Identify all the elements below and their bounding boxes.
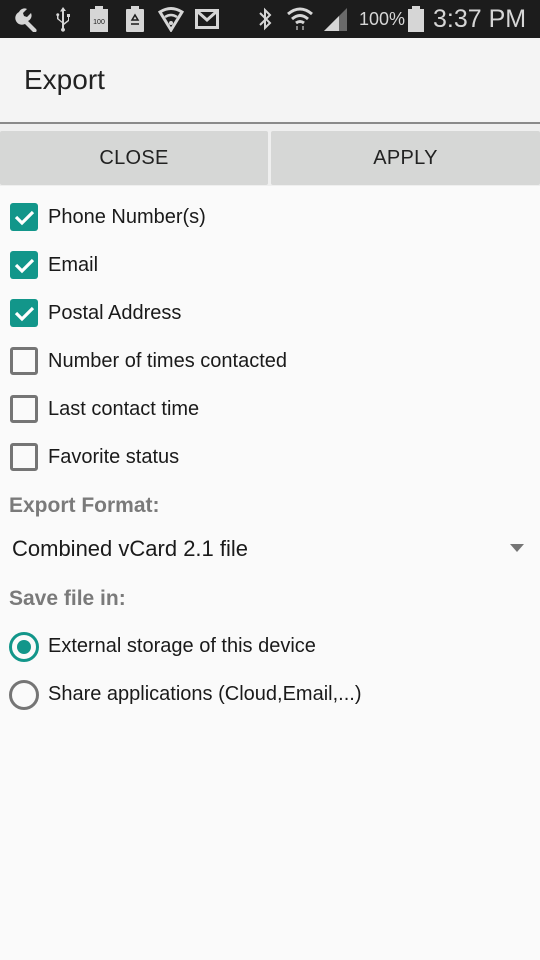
export-format-select[interactable]: Combined vCard 2.1 file bbox=[0, 526, 540, 572]
usb-icon bbox=[52, 6, 74, 32]
checkbox-label: Number of times contacted bbox=[48, 349, 287, 372]
export-format-value: Combined vCard 2.1 file bbox=[12, 536, 249, 561]
checkbox-label: Postal Address bbox=[48, 301, 182, 324]
radio-external-storage[interactable]: External storage of this device bbox=[0, 623, 540, 671]
close-button[interactable]: CLOSE bbox=[0, 131, 268, 185]
checkbox-unchecked-icon[interactable] bbox=[10, 443, 38, 471]
clock: 3:37 PM bbox=[433, 5, 527, 33]
battery-icon bbox=[407, 6, 425, 32]
app-bar: Export bbox=[0, 38, 540, 122]
export-format-label: Export Format: bbox=[9, 494, 160, 517]
dropdown-arrow-icon[interactable] bbox=[510, 544, 524, 552]
radio-selected-icon[interactable] bbox=[9, 632, 39, 662]
gmail-icon bbox=[195, 6, 219, 32]
wifi-icon bbox=[286, 6, 314, 32]
svg-text:100: 100 bbox=[93, 19, 105, 26]
battery-percent: 100% bbox=[359, 9, 406, 29]
bluetooth-icon bbox=[256, 6, 274, 32]
shield-wifi-icon bbox=[158, 6, 184, 32]
apply-button[interactable]: APPLY bbox=[271, 131, 540, 185]
checkbox-label: Phone Number(s) bbox=[48, 205, 206, 228]
checkbox-label: Email bbox=[48, 253, 99, 276]
signal-icon bbox=[322, 6, 348, 32]
checkbox-unchecked-icon[interactable] bbox=[10, 395, 38, 423]
radio-label: Share applications (Cloud,Email,...) bbox=[48, 683, 362, 705]
checkbox-favorite-status[interactable]: Favorite status bbox=[0, 433, 540, 481]
checkbox-last-contact-time[interactable]: Last contact time bbox=[0, 385, 540, 433]
checkbox-times-contacted[interactable]: Number of times contacted bbox=[0, 337, 540, 385]
checkbox-checked-icon[interactable] bbox=[10, 251, 38, 279]
save-location-label: Save file in: bbox=[9, 587, 126, 610]
wrench-icon bbox=[14, 6, 42, 32]
checkbox-checked-icon[interactable] bbox=[10, 203, 38, 231]
status-bar: 100 100% 3:37 PM bbox=[0, 0, 540, 38]
checkbox-postal-address[interactable]: Postal Address bbox=[0, 289, 540, 337]
page-title: Export bbox=[24, 64, 105, 95]
checkbox-unchecked-icon[interactable] bbox=[10, 347, 38, 375]
action-button-row: CLOSE APPLY bbox=[0, 124, 540, 186]
checkbox-label: Favorite status bbox=[48, 445, 180, 468]
radio-label: External storage of this device bbox=[48, 635, 316, 657]
checkbox-label: Last contact time bbox=[48, 397, 200, 420]
checkbox-checked-icon[interactable] bbox=[10, 299, 38, 327]
radio-unselected-icon[interactable] bbox=[9, 680, 39, 710]
checkbox-email[interactable]: Email bbox=[0, 241, 540, 289]
radio-share-applications[interactable]: Share applications (Cloud,Email,...) bbox=[0, 671, 540, 719]
battery-100-notification-icon: 100 bbox=[90, 6, 108, 32]
checkbox-phone-numbers[interactable]: Phone Number(s) bbox=[0, 193, 540, 241]
recycle-icon bbox=[126, 6, 144, 32]
